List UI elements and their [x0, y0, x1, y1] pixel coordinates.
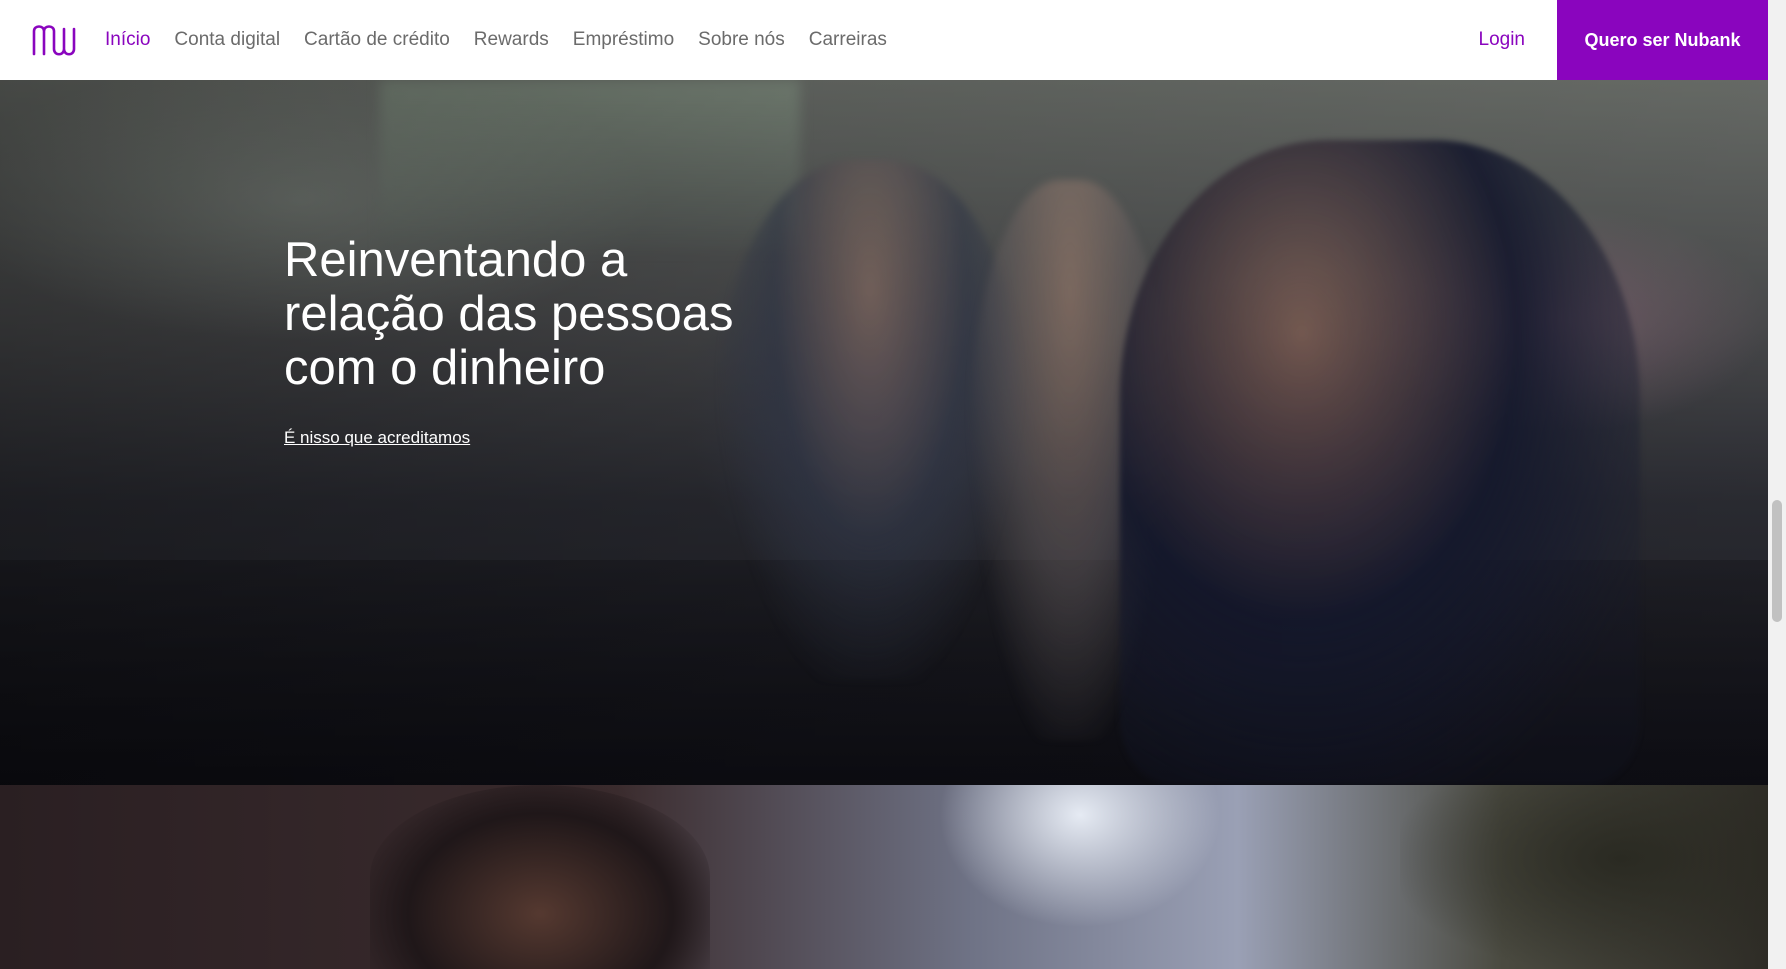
hero-title: Reinventando a relação das pessoas com o… — [284, 233, 804, 395]
hero-title-line: relação das pessoas — [284, 287, 734, 341]
hero-title-line: com o dinheiro — [284, 341, 606, 395]
page: Início Conta digital Cartão de crédito R… — [0, 0, 1786, 969]
second-hero-section — [0, 785, 1768, 969]
hero-content: Reinventando a relação das pessoas com o… — [284, 233, 804, 448]
nav-link-emprestimo[interactable]: Empréstimo — [573, 29, 674, 51]
section2-photo-trees — [1400, 785, 1768, 969]
section2-photo-person — [370, 785, 710, 969]
nav-link-inicio[interactable]: Início — [105, 29, 150, 51]
page-scrollbar[interactable] — [1768, 0, 1786, 969]
nav-link-cartao-de-credito[interactable]: Cartão de crédito — [304, 29, 450, 51]
nav-link-carreiras[interactable]: Carreiras — [809, 29, 887, 51]
nav-link-conta-digital[interactable]: Conta digital — [174, 29, 280, 51]
nav-link-rewards[interactable]: Rewards — [474, 29, 549, 51]
beliefs-link[interactable]: É nisso que acreditamos — [284, 428, 470, 448]
scrollbar-thumb[interactable] — [1772, 500, 1782, 622]
nav-links: Início Conta digital Cartão de crédito R… — [105, 29, 911, 51]
nav-link-sobre-nos[interactable]: Sobre nós — [698, 29, 785, 51]
nav-actions: Login Quero ser Nubank — [1479, 0, 1768, 80]
top-nav: Início Conta digital Cartão de crédito R… — [0, 0, 1768, 80]
signup-cta-button[interactable]: Quero ser Nubank — [1557, 0, 1768, 80]
login-link[interactable]: Login — [1479, 29, 1526, 51]
hero-title-line: Reinventando a — [284, 233, 628, 287]
hero-section: Reinventando a relação das pessoas com o… — [0, 80, 1768, 785]
hero-photo-overlay — [0, 80, 1768, 785]
nubank-logo-icon[interactable] — [31, 21, 79, 59]
